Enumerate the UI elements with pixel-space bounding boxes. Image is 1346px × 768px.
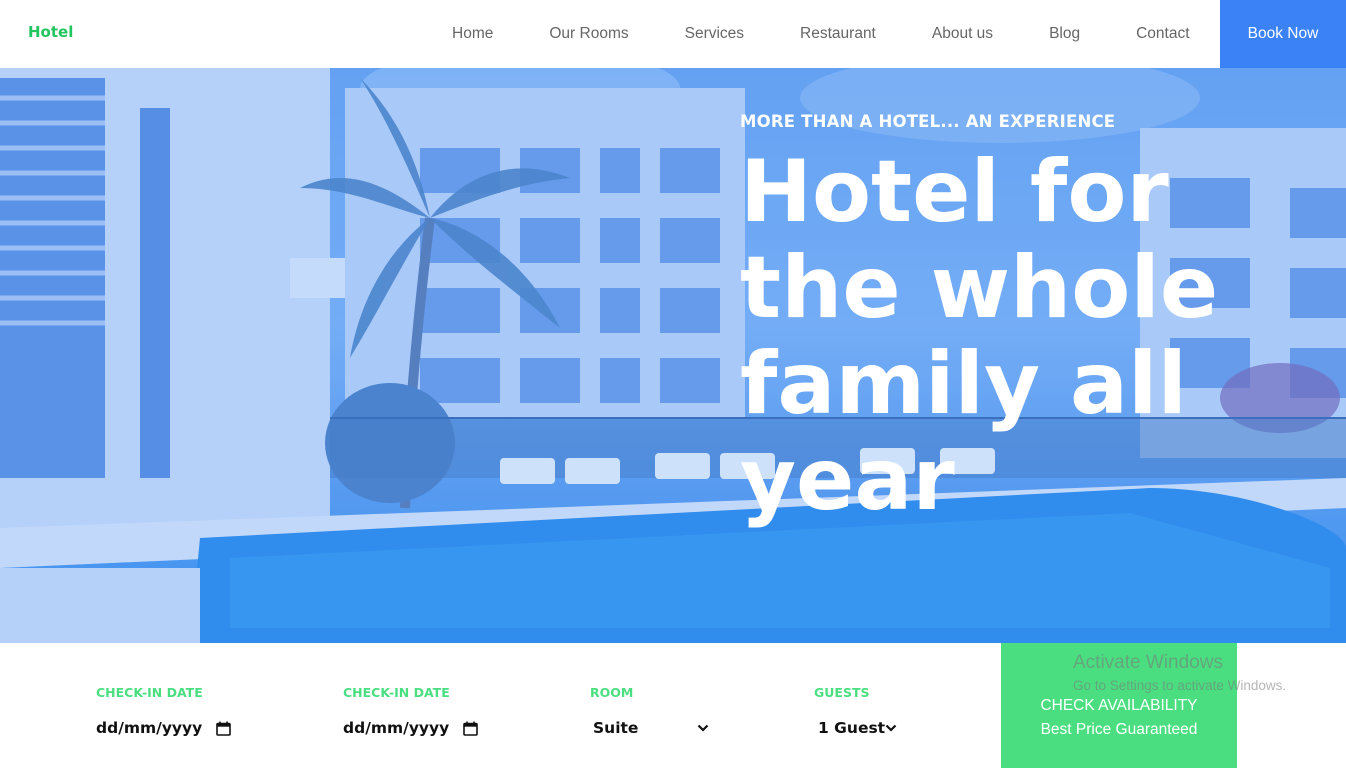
- checkout-field: CHECK-IN DATE dd/mm/yyyy: [343, 685, 479, 737]
- hero-headline: Hotel for the whole family all year: [740, 142, 1219, 530]
- calendar-icon[interactable]: [216, 721, 232, 736]
- main-nav: Home Our Rooms Services Restaurant About…: [424, 0, 1218, 68]
- nav-item-blog[interactable]: Blog: [1049, 25, 1080, 43]
- best-price-label: Best Price Guaranteed: [1040, 721, 1198, 738]
- booking-form: CHECK-IN DATE dd/mm/yyyy CHECK-IN DATE d…: [0, 643, 1346, 768]
- book-now-button[interactable]: Book Now: [1220, 0, 1346, 68]
- nav-item-services[interactable]: Services: [685, 25, 744, 43]
- hero-eyebrow: MORE THAN A HOTEL... AN EXPERIENCE: [740, 112, 1116, 131]
- room-field: ROOM Suite: [590, 685, 709, 737]
- room-label: ROOM: [590, 685, 634, 700]
- nav-item-about-us[interactable]: About us: [932, 25, 993, 43]
- checkin-date-input[interactable]: dd/mm/yyyy: [96, 719, 232, 737]
- checkin-date-placeholder: dd/mm/yyyy: [96, 719, 203, 737]
- chevron-down-icon: [885, 724, 897, 732]
- guests-select-value: 1 Guest: [818, 719, 886, 737]
- site-logo[interactable]: Hotel: [28, 23, 73, 41]
- checkin-field: CHECK-IN DATE dd/mm/yyyy: [96, 685, 232, 737]
- nav-item-home[interactable]: Home: [452, 25, 493, 43]
- calendar-icon[interactable]: [463, 721, 479, 736]
- hero-section: MORE THAN A HOTEL... AN EXPERIENCE Hotel…: [0, 68, 1346, 643]
- nav-item-restaurant[interactable]: Restaurant: [800, 25, 876, 43]
- site-header: Hotel Home Our Rooms Services Restaurant…: [0, 0, 1346, 68]
- nav-item-contact[interactable]: Contact: [1136, 25, 1189, 43]
- room-select[interactable]: Suite: [593, 719, 709, 737]
- check-availability-button[interactable]: CHECK AVAILABILITY Best Price Guaranteed: [1001, 643, 1237, 768]
- nav-item-our-rooms[interactable]: Our Rooms: [549, 25, 628, 43]
- guests-label: GUESTS: [814, 685, 870, 700]
- guests-field: GUESTS 1 Guest: [814, 685, 897, 737]
- checkout-label: CHECK-IN DATE: [343, 685, 450, 700]
- checkout-date-placeholder: dd/mm/yyyy: [343, 719, 450, 737]
- check-availability-label: CHECK AVAILABILITY: [1040, 697, 1198, 714]
- room-select-value: Suite: [593, 719, 639, 737]
- chevron-down-icon: [697, 724, 709, 732]
- checkin-label: CHECK-IN DATE: [96, 685, 203, 700]
- guests-select[interactable]: 1 Guest: [818, 719, 897, 737]
- checkout-date-input[interactable]: dd/mm/yyyy: [343, 719, 479, 737]
